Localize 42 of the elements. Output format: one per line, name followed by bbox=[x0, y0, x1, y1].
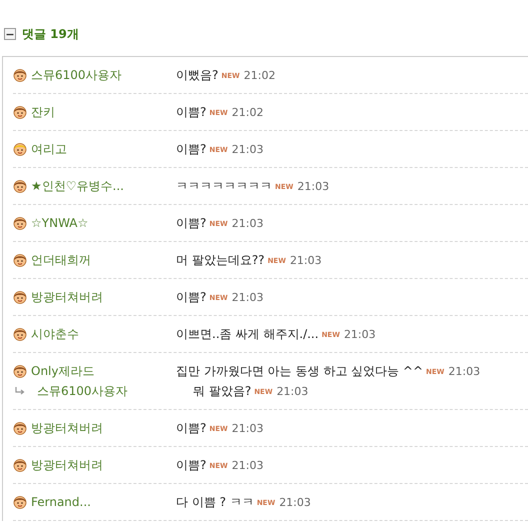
comment-text: 이뻤음? bbox=[176, 66, 218, 84]
comment-count-title: 댓글 19개 bbox=[22, 26, 79, 42]
author-name[interactable]: 잔키 bbox=[31, 104, 55, 120]
comment-text: 이쁨? bbox=[176, 288, 206, 306]
comment-text: 이쁨? bbox=[176, 214, 206, 232]
comment-text: 이쁨? bbox=[176, 456, 206, 474]
author-name[interactable]: 방광터쳐버려 bbox=[31, 420, 103, 436]
comment-text: 이쁘면..좀 싸게 해주지./... bbox=[176, 326, 319, 342]
comment-time: 21:03 bbox=[232, 458, 264, 472]
comment-time: 21:03 bbox=[232, 290, 264, 304]
author-name[interactable]: 스뮤6100사용자 bbox=[31, 66, 122, 84]
comment-text: 이쁨? bbox=[176, 104, 206, 120]
reply-arrow-icon bbox=[15, 387, 25, 395]
comment-time: 21:03 bbox=[232, 216, 264, 230]
collapse-button[interactable]: − bbox=[4, 28, 16, 40]
comment-time: 21:02 bbox=[232, 106, 264, 118]
comment-text: 뭐 팔았음? bbox=[193, 382, 252, 400]
comment-text: 머 팔았는데요?? bbox=[176, 252, 265, 268]
comment-time: 21:03 bbox=[290, 254, 322, 266]
comment-time: 21:03 bbox=[232, 422, 264, 434]
comment-time: 21:03 bbox=[448, 364, 480, 378]
comment-time: 21:03 bbox=[279, 496, 311, 508]
author-name[interactable]: ★인천♡유병수... bbox=[31, 178, 124, 194]
author-name[interactable]: Fernand... bbox=[31, 495, 91, 509]
comment-text: 다 이쁨 ? ㅋㅋ bbox=[176, 494, 254, 510]
author-name[interactable]: 방광터쳐버려 bbox=[31, 288, 103, 306]
comment-text: 이쁨? bbox=[176, 140, 206, 158]
author-name[interactable]: 스뮤6100사용자 bbox=[37, 382, 128, 400]
comment-time: 21:03 bbox=[297, 180, 330, 192]
author-name[interactable]: ☆YNWA☆ bbox=[31, 216, 88, 230]
author-name[interactable]: Only제라드 bbox=[31, 362, 94, 380]
comment-time: 21:03 bbox=[232, 142, 264, 156]
comment-text: 집만 가까웠다면 아는 동생 하고 싶었다능 ^^ bbox=[176, 362, 423, 380]
comment-time: 21:03 bbox=[276, 384, 308, 398]
author-name[interactable]: 여리고 bbox=[31, 140, 67, 158]
author-name[interactable]: 언더태희꺼 bbox=[31, 252, 91, 268]
comment-time: 21:03 bbox=[344, 328, 376, 340]
author-name[interactable]: 방광터쳐버려 bbox=[31, 456, 103, 474]
comment-text: ㅋㅋㅋㅋㅋㅋㅋㅋ bbox=[176, 178, 272, 194]
author-name[interactable]: 시야춘수 bbox=[31, 326, 79, 342]
comment-text: 이쁨? bbox=[176, 420, 206, 436]
comment-time: 21:02 bbox=[244, 68, 276, 82]
